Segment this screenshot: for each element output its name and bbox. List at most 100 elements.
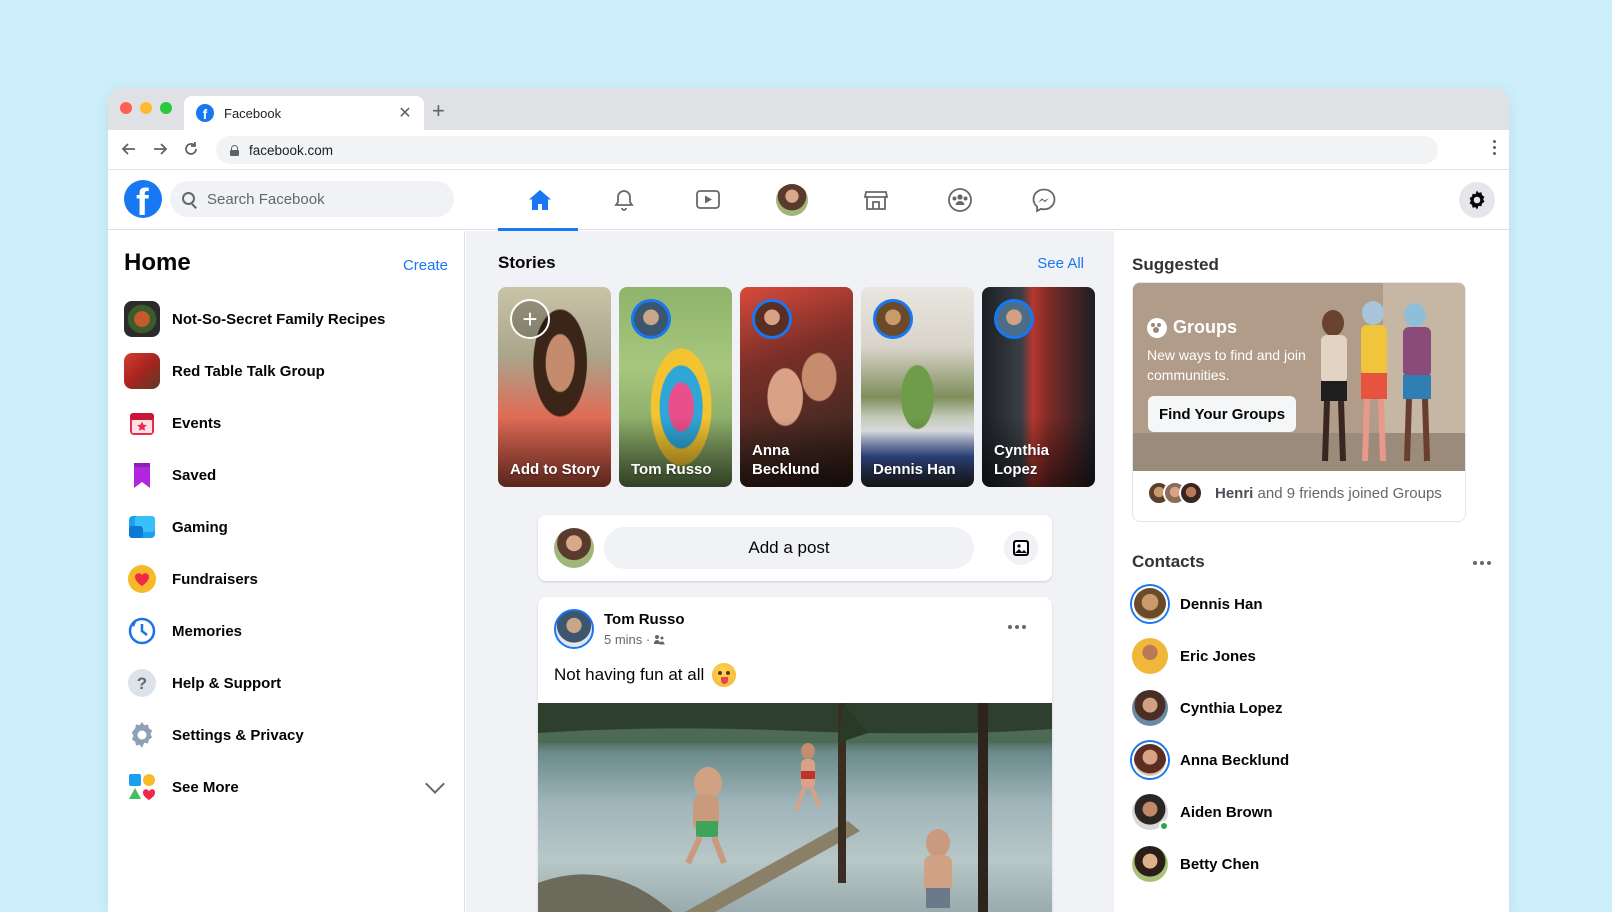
sidebar-item-label: Fundraisers [172,570,258,588]
stories-title: Stories [498,253,556,272]
avatar [1132,846,1168,882]
sidebar-item-help[interactable]: ? Help & Support [124,657,454,709]
close-tab-icon[interactable]: ✕ [396,103,414,123]
marketplace-icon[interactable] [834,170,918,230]
see-all-stories-link[interactable]: See All [1037,255,1084,272]
avatar [1132,586,1168,622]
story-card[interactable]: Cynthia Lopez [982,287,1095,487]
sidebar-item-memories[interactable]: Memories [124,605,454,657]
group-photo-recipes [124,301,160,337]
post-photo[interactable] [538,703,1052,912]
minimize-window-button[interactable] [140,102,152,114]
contact-item[interactable]: Anna Becklund [1132,734,1472,786]
search-input[interactable] [207,190,447,208]
maximize-window-button[interactable] [160,102,172,114]
browser-tab[interactable]: f Facebook ✕ [184,96,424,130]
contact-item[interactable]: Aiden Brown [1132,786,1472,838]
add-photo-button[interactable] [1004,531,1038,565]
story-card[interactable]: Tom Russo [619,287,732,487]
groups-suggestion-card: Groups New ways to find and join communi… [1132,282,1466,522]
new-tab-icon[interactable]: + [432,98,445,124]
post-author[interactable]: Tom Russo [604,611,685,628]
bookmark-icon [124,457,160,493]
add-story-icon[interactable]: + [510,299,550,339]
avatar [1179,481,1203,505]
sidebar-item-saved[interactable]: Saved [124,449,454,501]
chevron-down-icon[interactable] [425,774,445,794]
main-nav-tabs [498,170,1086,231]
lock-icon [230,144,239,156]
tab-strip: f Facebook ✕ + [108,88,1509,130]
find-your-groups-button[interactable]: Find Your Groups [1148,396,1296,432]
post-time[interactable]: 5 mins · [604,632,650,647]
facebook-logo-icon[interactable]: f [124,180,162,218]
messenger-icon[interactable] [1002,170,1086,230]
sidebar-item-label: Not-So-Secret Family Recipes [172,310,386,328]
feed-post: Tom Russo 5 mins · Not having fun at all [538,597,1052,912]
forward-icon[interactable] [149,138,171,160]
sidebar-item-family-recipes[interactable]: Not-So-Secret Family Recipes [124,293,454,345]
groups-card-footer: Henri and 9 friends joined Groups [1147,481,1442,505]
clock-icon [124,613,160,649]
gaming-icon [124,509,160,545]
sidebar-item-label: Settings & Privacy [172,726,304,744]
sidebar-item-see-more[interactable]: See More [124,761,454,813]
url-text: facebook.com [249,142,334,158]
post-meta: 5 mins · [604,632,666,647]
sidebar-item-red-table-talk[interactable]: Red Table Talk Group [124,345,454,397]
contact-name: Betty Chen [1180,855,1260,873]
tongue-emoji-icon [712,663,737,687]
sidebar-item-events[interactable]: Events [124,397,454,449]
contact-item[interactable]: Eric Jones [1132,630,1472,682]
sidebar-item-label: See More [172,778,239,796]
story-name: Add to Story [510,461,600,478]
story-avatar [752,299,792,339]
groups-card-title-text: Groups [1173,317,1238,337]
profile-avatar[interactable] [750,170,834,230]
address-bar: facebook.com [108,130,1509,170]
right-sidebar: Suggested Groups New ways to find and jo… [1115,231,1509,912]
contact-item[interactable]: Cynthia Lopez [1132,682,1472,734]
home-icon[interactable] [498,170,582,231]
sidebar-item-gaming[interactable]: Gaming [124,501,454,553]
sidebar-item-label: Saved [172,466,217,484]
sidebar-item-settings[interactable]: Settings & Privacy [124,709,454,761]
story-add[interactable]: + Add to Story [498,287,611,487]
story-card[interactable]: Anna Becklund [740,287,853,487]
settings-button[interactable] [1459,182,1495,218]
contact-item[interactable]: Betty Chen [1132,838,1472,890]
watch-icon[interactable] [666,170,750,230]
question-icon: ? [124,665,160,701]
groups-footer-text[interactable]: Henri and 9 friends joined Groups [1215,485,1442,502]
url-bar[interactable]: facebook.com [216,136,1438,164]
add-post-input[interactable]: Add a post [604,527,974,569]
sidebar-item-label: Events [172,414,222,432]
bell-icon[interactable] [582,170,666,230]
back-icon[interactable] [118,138,140,160]
contacts-list: Dennis Han Eric Jones Cynthia Lopez Anna… [1132,578,1472,890]
groups-icon[interactable] [918,170,1002,230]
reload-icon[interactable] [180,138,202,160]
contact-item[interactable]: Dennis Han [1132,578,1472,630]
post-options-icon[interactable] [1008,625,1026,629]
create-link[interactable]: Create [403,257,448,274]
friends-audience-icon[interactable] [654,634,666,645]
photo-icon [1013,540,1029,556]
story-name: Dennis Han [873,461,956,478]
facebook-top-nav: f [108,170,1509,231]
story-name: Tom Russo [631,461,712,478]
contacts-options-icon[interactable] [1473,561,1491,565]
gear-icon [1469,190,1485,210]
avatar [1132,742,1168,778]
sidebar-item-fundraisers[interactable]: Fundraisers [124,553,454,605]
left-sidebar: Home Create Not-So-Secret Family Recipes… [108,231,465,912]
search-box[interactable] [170,181,454,217]
browser-menu-icon[interactable] [1493,140,1497,155]
post-text: Not having fun at all [554,663,737,687]
contacts-title: Contacts [1132,552,1205,571]
shapes-icon [124,769,160,805]
avatar[interactable] [554,609,594,649]
story-card[interactable]: Dennis Han [861,287,974,487]
contact-name: Cynthia Lopez [1180,699,1283,717]
close-window-button[interactable] [120,102,132,114]
